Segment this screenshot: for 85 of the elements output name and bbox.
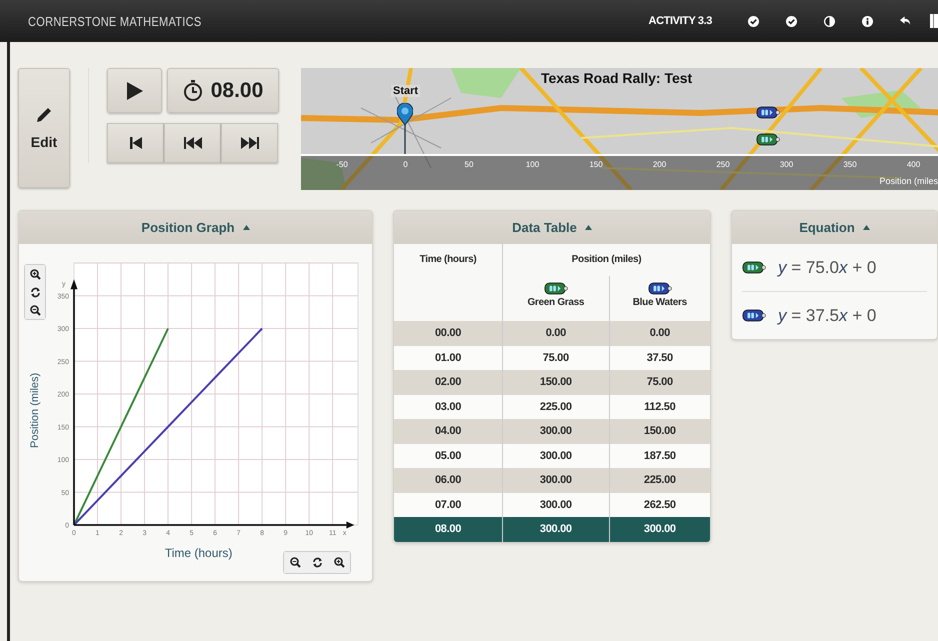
- reset-icon: [30, 286, 40, 298]
- rewind-button[interactable]: [164, 123, 221, 163]
- column-header: Blue Waters: [632, 297, 687, 308]
- zoom-in-icon: [30, 268, 40, 280]
- scale-tick-label: 250: [716, 160, 730, 169]
- edit-button[interactable]: Edit: [18, 68, 70, 188]
- table-cell: 262.50: [644, 498, 676, 511]
- table-cell: 300.00: [540, 498, 572, 511]
- table-cell: 04.00: [434, 425, 462, 438]
- skip-to-end-icon: [240, 137, 258, 149]
- scale-tick-label: 400: [906, 160, 920, 169]
- skip-to-start-button[interactable]: [107, 123, 164, 163]
- table-cell: 02.00: [434, 376, 462, 388]
- panel-title: Equation: [799, 220, 855, 235]
- scale-tick-label: 100: [526, 160, 540, 169]
- table-cell: 0.00: [650, 327, 670, 340]
- table-cell: 05.00: [434, 450, 462, 462]
- column-header: Time (hours): [420, 254, 476, 265]
- table-cell: 08.00: [434, 523, 462, 536]
- table-row[interactable]: 05.00 300.00 187.50: [394, 444, 710, 468]
- table-cell: 03.00: [434, 400, 462, 413]
- table-row[interactable]: 04.00 300.00 150.00: [394, 419, 710, 444]
- y-axis-title: Position (miles): [29, 372, 41, 448]
- stopwatch-icon: [182, 80, 203, 101]
- table-cell: 300.00: [540, 450, 572, 462]
- caret-icon[interactable]: [584, 225, 592, 230]
- scale-tick-label: -50: [336, 160, 348, 169]
- skip-to-start-icon: [130, 137, 142, 149]
- location-pin-icon[interactable]: [397, 103, 413, 154]
- table-cell: 01.00: [434, 352, 462, 364]
- panel-title: Data Table: [512, 220, 577, 235]
- table-cell: 07.00: [434, 498, 462, 511]
- table-cell: 225.00: [540, 400, 572, 413]
- table-row[interactable]: 08.00 300.00 300.00: [394, 517, 710, 542]
- x-axis-title: Time (hours): [164, 546, 232, 560]
- table-cell: 300.00: [540, 474, 572, 486]
- table-cell: 300.00: [540, 425, 572, 438]
- pencil-icon: [35, 106, 53, 124]
- scale-tick-label: 350: [843, 160, 857, 169]
- column-header: Position (miles): [572, 254, 642, 265]
- table-cell: 00.00: [434, 327, 462, 340]
- play-icon: [126, 80, 144, 100]
- table-cell: 75.00: [646, 376, 673, 388]
- equation-text: y = 75.0x + 0: [778, 258, 876, 278]
- table-cell: 150.00: [644, 425, 676, 438]
- table-cell: 300.00: [644, 523, 676, 536]
- table-cell: 112.50: [644, 400, 676, 413]
- map-title: Texas Road Rally: Test: [541, 70, 692, 86]
- zoom-out-icon: [30, 304, 40, 316]
- zoom-in-button[interactable]: [25, 265, 45, 283]
- fast-forward-button[interactable]: [221, 123, 278, 163]
- table-cell: 37.50: [646, 352, 673, 364]
- equation-text: y = 37.5x + 0: [778, 306, 876, 326]
- zoom-in-icon: [334, 557, 344, 568]
- scale-tick-label: 0: [403, 160, 408, 169]
- table-cell: 300.00: [540, 523, 572, 536]
- caret-icon[interactable]: [242, 225, 250, 230]
- table-row[interactable]: 00.00 0.00 0.00: [394, 321, 710, 346]
- scale-tick-label: 150: [589, 160, 603, 169]
- panel-title: Position Graph: [141, 220, 235, 235]
- table-cell: 150.00: [540, 376, 572, 388]
- zoom-out-icon: [290, 557, 300, 568]
- scale-tick-label: 50: [464, 160, 474, 169]
- table-row[interactable]: 02.00 150.00 75.00: [394, 370, 710, 394]
- brand-title: CORNERSTONE MATHEMATICS: [28, 14, 202, 28]
- column-header: Green Grass: [527, 297, 584, 308]
- table-row[interactable]: 03.00 225.00 112.50: [394, 394, 710, 419]
- table-cell: 06.00: [434, 474, 462, 486]
- activity-label: ACTIVITY 3.3: [648, 15, 712, 27]
- table-row[interactable]: 01.00 75.00 37.50: [394, 346, 710, 370]
- table-cell: 187.50: [644, 450, 676, 462]
- table-row[interactable]: 06.00 300.00 225.00: [394, 468, 710, 492]
- table-cell: 0.00: [546, 327, 566, 340]
- caret-icon[interactable]: [862, 225, 870, 230]
- table-row[interactable]: 07.00 300.00 262.50: [394, 492, 710, 517]
- table-cell: 225.00: [644, 474, 676, 486]
- rewind-icon: [184, 137, 202, 149]
- scale-tick-label: 200: [652, 160, 666, 169]
- table-cell: 75.00: [542, 352, 569, 364]
- reset-icon: [312, 557, 322, 568]
- play-button[interactable]: [107, 68, 162, 113]
- timer-button[interactable]: 08.00: [167, 68, 279, 113]
- start-label: Start: [391, 85, 420, 97]
- scale-tick-label: 300: [780, 160, 794, 169]
- scale-label: Position (miles: [879, 176, 938, 186]
